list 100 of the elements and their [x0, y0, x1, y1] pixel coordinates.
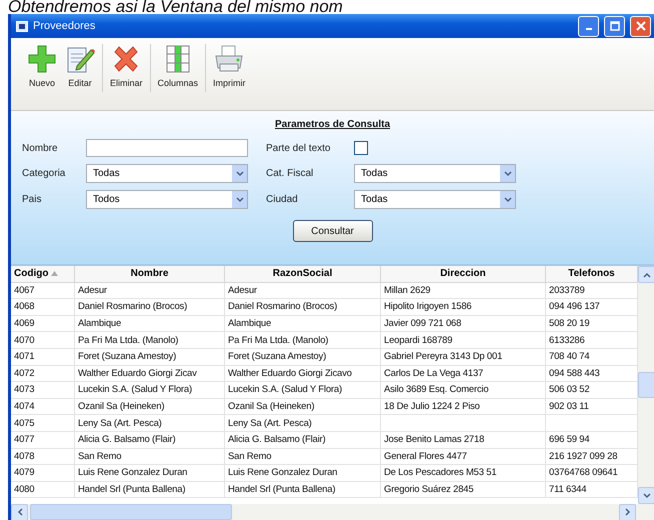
toolbar-button[interactable]: Columnas [154, 44, 202, 88]
chevron-icon [16, 508, 24, 516]
chevron-icon [624, 508, 632, 516]
scroll-up-button[interactable] [638, 266, 654, 283]
table-cell: Alambique [75, 316, 225, 332]
dropdown[interactable]: Todas [86, 164, 248, 183]
chevron-icon [642, 492, 650, 500]
table-cell: 4080 [11, 482, 75, 498]
table-cell: Ozanil Sa (Heineken) [75, 398, 225, 416]
column-header[interactable]: Nombre [75, 266, 225, 283]
table-cell: Luis Rene Gonzalez Duran [225, 465, 381, 482]
checkbox[interactable] [354, 141, 368, 155]
table-cell: Lucekin S.A. (Salud Y Flora) [225, 382, 381, 399]
table-cell: 4070 [11, 332, 75, 349]
name-field[interactable] [86, 139, 248, 157]
table-cell: Alicia G. Balsamo (Flair) [75, 432, 225, 449]
column-header[interactable]: RazonSocial [225, 266, 381, 283]
table-cell: Millan 2629 [381, 282, 546, 300]
table-cell: Adesur [225, 282, 381, 300]
table-cell: San Remo [75, 448, 225, 466]
scroll-right-button[interactable] [619, 504, 636, 520]
table-cell: 4075 [11, 415, 75, 432]
table-cell: Handel Srl (Punta Ballena) [225, 482, 381, 498]
table-cell: San Remo [225, 448, 381, 466]
table-cell: Pa Fri Ma Ltda. (Manolo) [75, 332, 225, 349]
table-cell: Jose Benito Lamas 2718 [381, 432, 546, 449]
table-cell: 4068 [11, 299, 75, 316]
column-header[interactable]: Telefonos [546, 266, 638, 283]
table-cell: 4077 [11, 432, 75, 449]
toolbar-button[interactable]: Imprimir [209, 44, 250, 88]
scroll-thumb[interactable] [30, 504, 232, 520]
field-label: Pais [22, 194, 42, 205]
table-cell: 4072 [11, 366, 75, 382]
table-cell: Alambique [225, 316, 381, 332]
checkbox-label: Parte del texto [266, 142, 332, 154]
table-cell: Foret (Suzana Amestoy) [75, 348, 225, 366]
table-cell: 18 De Julio 1224 2 Piso [381, 398, 546, 416]
table-cell: Walther Eduardo Giorgi Zicav [75, 366, 225, 382]
table-cell: Javier 099 721 068 [381, 316, 546, 332]
maximize-icon [610, 21, 620, 31]
table-cell: Daniel Rosmarino (Brocos) [225, 299, 381, 316]
toolbar-button[interactable]: Eliminar [106, 44, 147, 88]
table-cell: Carlos De La Vega 4137 [381, 366, 546, 382]
table-cell: General Flores 4477 [381, 448, 546, 466]
close-button[interactable] [630, 16, 651, 36]
vertical-scrollbar[interactable] [638, 266, 654, 504]
dropdown[interactable]: Todos [86, 190, 248, 209]
horizontal-scrollbar[interactable] [11, 504, 654, 520]
table-cell: Foret (Suzana Amestoy) [225, 348, 381, 366]
column-header[interactable]: Codigo [11, 266, 75, 283]
chevron-icon [236, 170, 244, 178]
caption-text: Obtendremos asi la Ventana del mismo nom [7, 0, 344, 14]
table-cell: 4073 [11, 382, 75, 399]
table-cell: Luis Rene Gonzalez Duran [75, 465, 225, 482]
field-label: Ciudad [266, 194, 299, 205]
table-cell: Alicia G. Balsamo (Flair) [225, 432, 381, 449]
table-cell: Leopardi 168789 [381, 332, 546, 349]
scroll-thumb[interactable] [638, 372, 654, 398]
field-label: Nombre [22, 142, 59, 154]
consult-button[interactable]: Consultar [292, 220, 372, 242]
chevron-icon [504, 196, 512, 204]
plus-icon [27, 44, 57, 74]
table-cell: Walther Eduardo Giorgi Zicavo [225, 366, 381, 382]
chevron-icon [236, 196, 244, 204]
chevron-icon [504, 170, 512, 178]
table-cell: 4071 [11, 348, 75, 366]
table-cell: Pa Fri Ma Ltda. (Manolo) [225, 332, 381, 349]
table-cell: Daniel Rosmarino (Brocos) [75, 299, 225, 316]
printer-icon [213, 44, 246, 74]
table-cell: Gregorio Suárez 2845 [381, 482, 546, 498]
table-cell: Ozanil Sa (Heineken) [225, 398, 381, 416]
table-cell: Asilo 3689 Esq. Comercio [381, 382, 546, 399]
table-cell: De Los Pescadores M53 51 [381, 465, 546, 482]
maximize-button[interactable] [604, 16, 625, 36]
table-cell: Handel Srl (Punta Ballena) [75, 482, 225, 498]
scroll-left-button[interactable] [11, 504, 28, 520]
field-label: Categoria [22, 168, 66, 179]
minimize-button[interactable] [578, 16, 599, 36]
toolbar-button[interactable]: Nuevo [23, 44, 61, 88]
table-cell: Lucekin S.A. (Salud Y Flora) [75, 382, 225, 399]
toolbar-button[interactable]: Editar [61, 44, 99, 88]
close-icon [636, 21, 646, 31]
dropdown[interactable]: Todas [354, 164, 516, 183]
scroll-down-button[interactable] [638, 487, 654, 504]
table-cell: 4069 [11, 316, 75, 332]
panel-title: Parametros de Consulta [274, 119, 390, 130]
window-icon [16, 20, 28, 32]
chevron-icon [642, 270, 650, 278]
field-label: Cat. Fiscal [266, 168, 314, 179]
column-header[interactable]: Direccion [381, 266, 546, 283]
table-cell: Gabriel Pereyra 3143 Dp 001 [381, 348, 546, 366]
table-cell: Hipolito Irigoyen 1586 [381, 299, 546, 316]
sort-arrow-icon [51, 271, 58, 276]
table-cell: 4078 [11, 448, 75, 466]
dropdown[interactable]: Todas [354, 190, 516, 209]
table-cell: Adesur [75, 282, 225, 300]
table-cell: 4067 [11, 282, 75, 300]
table-cell: Leny Sa (Art. Pesca) [225, 415, 381, 432]
table-cell: Leny Sa (Art. Pesca) [75, 415, 225, 432]
table-cell: 4074 [11, 398, 75, 416]
